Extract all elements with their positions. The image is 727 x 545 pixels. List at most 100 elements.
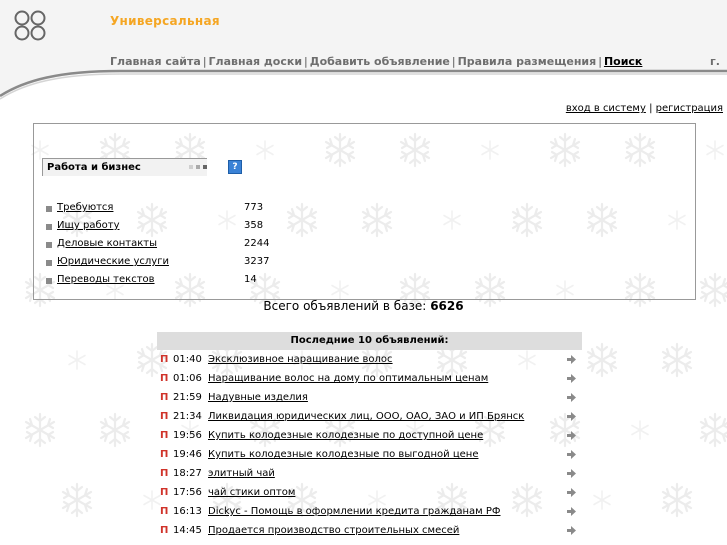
nav-separator: |	[304, 55, 308, 68]
snowflake-decoration	[699, 412, 727, 448]
right-arrow-icon[interactable]	[567, 412, 576, 421]
table-row: П 14:45 Продается производство строитель…	[157, 521, 582, 540]
right-arrow-icon[interactable]	[567, 469, 576, 478]
snowflake-decoration	[631, 420, 649, 440]
ad-title-link[interactable]: Купить колодезные колодезные по доступно…	[208, 426, 483, 445]
category-count: 358	[244, 220, 264, 231]
ad-time: 01:40	[173, 354, 202, 365]
ad-marker: П	[160, 468, 169, 479]
snowflake-decoration	[99, 412, 131, 448]
snowflake-decoration	[586, 342, 618, 378]
ad-title-link[interactable]: Эксклюзивное наращивание волос	[208, 350, 393, 369]
auth-links: вход в систему | регистрация	[566, 103, 723, 114]
snowflake-decoration	[706, 140, 724, 160]
nav-home-board[interactable]: Главная доски	[209, 55, 303, 68]
four-rings-logo	[14, 10, 46, 41]
ad-time: 16:13	[173, 506, 202, 517]
nav-separator: |	[451, 55, 456, 68]
ad-title-link[interactable]: Ликвидация юридических лиц, ООО, ОАО, ЗА…	[208, 407, 524, 426]
ad-title-link[interactable]: Купить колодезные колодезные по выгодной…	[208, 445, 478, 464]
table-row: П 18:27 элитный чай	[157, 464, 582, 483]
ad-marker: П	[160, 506, 169, 517]
ad-time: 14:45	[173, 525, 202, 536]
ad-time: 19:46	[173, 449, 202, 460]
total-ads: Всего объявлений в базе: 6626	[0, 299, 727, 313]
category-count: 3237	[244, 256, 270, 267]
ad-title-link[interactable]: чай стики оптом	[208, 483, 295, 502]
ad-title-link[interactable]: Наращивание волос на дому по оптимальным…	[208, 369, 488, 388]
ad-time: 18:27	[173, 468, 202, 479]
right-arrow-icon[interactable]	[567, 488, 576, 497]
category-link[interactable]: Деловые контакты	[57, 235, 157, 253]
category-link[interactable]: Переводы текстов	[57, 271, 155, 289]
nav-search[interactable]: Поиск	[604, 55, 642, 68]
total-label: Всего объявлений в базе:	[263, 299, 427, 313]
ad-marker: П	[160, 525, 169, 536]
category-header: Работа и бизнес	[42, 158, 207, 176]
square-bullet-icon	[46, 278, 52, 284]
snowflake-decoration	[61, 482, 93, 518]
ad-time: 21:59	[173, 392, 202, 403]
category-link[interactable]: Требуются	[57, 199, 113, 217]
ad-marker: П	[160, 487, 169, 498]
snowflake-decoration	[593, 490, 611, 510]
table-row: П 16:13 Dickyc - Помощь в оформлении кре…	[157, 502, 582, 521]
ad-marker: П	[160, 449, 169, 460]
recent-ads-panel: Последние 10 объявлений: П 01:40 Эксклюз…	[157, 332, 582, 540]
main-nav: Главная сайта | Главная доски | Добавить объ…	[110, 55, 642, 68]
ad-marker: П	[160, 373, 169, 384]
site-title: Универсальная	[110, 14, 220, 28]
register-link[interactable]: регистрация	[656, 103, 723, 114]
right-arrow-icon[interactable]	[567, 526, 576, 535]
right-arrow-icon[interactable]	[567, 374, 576, 383]
square-bullet-icon	[46, 206, 52, 212]
nav-separator: |	[202, 55, 207, 68]
right-arrow-icon[interactable]	[567, 431, 576, 440]
table-row: П 01:40 Эксклюзивное наращивание волос	[157, 350, 582, 369]
category-link[interactable]: Юридические услуги	[57, 253, 169, 271]
snowflake-decoration	[661, 342, 693, 378]
square-bullet-icon	[46, 242, 52, 248]
help-icon[interactable]: ?	[228, 160, 242, 174]
snowflake-decoration	[68, 350, 86, 370]
ad-title-link[interactable]: Надувные изделия	[208, 388, 308, 407]
ad-time: 21:34	[173, 411, 202, 422]
ad-marker: П	[160, 430, 169, 441]
auth-separator: |	[649, 103, 653, 114]
ad-time: 01:06	[173, 373, 202, 384]
ad-title-link[interactable]: Dickyc - Помощь в оформлении кредита гра…	[208, 502, 501, 521]
snowflake-decoration	[661, 482, 693, 518]
category-count: 773	[244, 202, 264, 213]
nav-separator: |	[598, 55, 602, 68]
nav-rules[interactable]: Правила размещения	[458, 55, 597, 68]
recent-ads-heading: Последние 10 объявлений:	[157, 332, 582, 350]
login-link[interactable]: вход в систему	[566, 103, 646, 114]
total-value: 6626	[430, 299, 464, 313]
ad-marker: П	[160, 354, 169, 365]
table-row: П 17:56 чай стики оптом	[157, 483, 582, 502]
nav-home-site[interactable]: Главная сайта	[110, 55, 201, 68]
category-count: 14	[244, 274, 257, 285]
category-link[interactable]: Ищу работу	[57, 217, 120, 235]
ad-title-link[interactable]: Продается производство строительных смес…	[208, 521, 459, 540]
table-row: П 21:34 Ликвидация юридических лиц, ООО,…	[157, 407, 582, 426]
table-row: П 01:06 Наращивание волос на дому по опт…	[157, 369, 582, 388]
site-header: Универсальная Главная сайта | Главная доск…	[0, 0, 727, 100]
square-bullet-icon	[46, 260, 52, 266]
ad-title-link[interactable]: элитный чай	[208, 464, 275, 483]
ad-time: 17:56	[173, 487, 202, 498]
ad-marker: П	[160, 411, 169, 422]
nav-city-label: г.	[710, 55, 720, 68]
right-arrow-icon[interactable]	[567, 355, 576, 364]
table-row: П 21:59 Надувные изделия	[157, 388, 582, 407]
snowflake-decoration	[24, 412, 56, 448]
square-bullet-icon	[46, 224, 52, 230]
right-arrow-icon[interactable]	[567, 450, 576, 459]
nav-add-ad[interactable]: Добавить объявление	[310, 55, 450, 68]
table-row: П 19:56 Купить колодезные колодезные по …	[157, 426, 582, 445]
category-box: Работа и бизнес ? Требуются 773 Ищу рабо…	[33, 123, 696, 300]
right-arrow-icon[interactable]	[567, 507, 576, 516]
ad-time: 19:56	[173, 430, 202, 441]
right-arrow-icon[interactable]	[567, 393, 576, 402]
header-dots-decoration	[186, 159, 207, 176]
